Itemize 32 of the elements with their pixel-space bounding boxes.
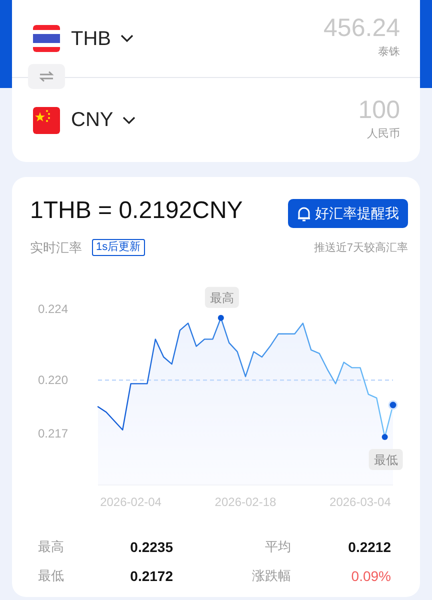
stat-value: 0.2235 — [129, 538, 173, 556]
alert-note: 推送近7天较高汇率 — [314, 240, 408, 256]
caret-icon[interactable] — [120, 34, 134, 43]
stat-label: 平均 — [264, 538, 291, 556]
currency-name: 泰铢 — [377, 45, 400, 60]
extreme-point-marker — [382, 434, 388, 440]
stat-label: 最低 — [38, 566, 65, 584]
stat-label: 最高 — [38, 538, 65, 556]
rate-title: 1THB = 0.2192CNY — [30, 199, 243, 223]
stat-label: 涨跌幅 — [251, 566, 291, 584]
annotation: 最高 — [210, 290, 234, 304]
annotation: 最低 — [374, 452, 398, 466]
extreme-label: 最高 — [204, 286, 239, 308]
stat-value: 0.2172 — [129, 566, 173, 586]
y-axis-label: 0.224 — [38, 302, 68, 316]
rate-label: 实时汇率 — [30, 239, 82, 257]
caret-icon[interactable] — [122, 116, 136, 124]
y-axis-label: 0.217 — [38, 426, 68, 440]
swap-icon — [39, 71, 54, 82]
extreme-point-marker — [218, 314, 224, 320]
extreme-label: 最低 — [368, 448, 403, 470]
y-axis-label: 0.220 — [38, 372, 68, 387]
rate-alert-button[interactable]: 好汇率提醒我 — [288, 199, 408, 228]
stat-value: 0.2212 — [347, 538, 391, 556]
current-point-marker — [388, 400, 398, 410]
currency-name: 人民币 — [366, 126, 400, 142]
update-countdown-tag: 1s后更新 — [92, 239, 145, 256]
currency-code-selector[interactable]: THB — [71, 24, 111, 54]
bell-icon — [297, 206, 311, 222]
currency-code-selector[interactable]: CNY — [71, 105, 114, 135]
swap-button[interactable] — [28, 64, 65, 89]
stat-value: 0.09% — [350, 566, 391, 586]
